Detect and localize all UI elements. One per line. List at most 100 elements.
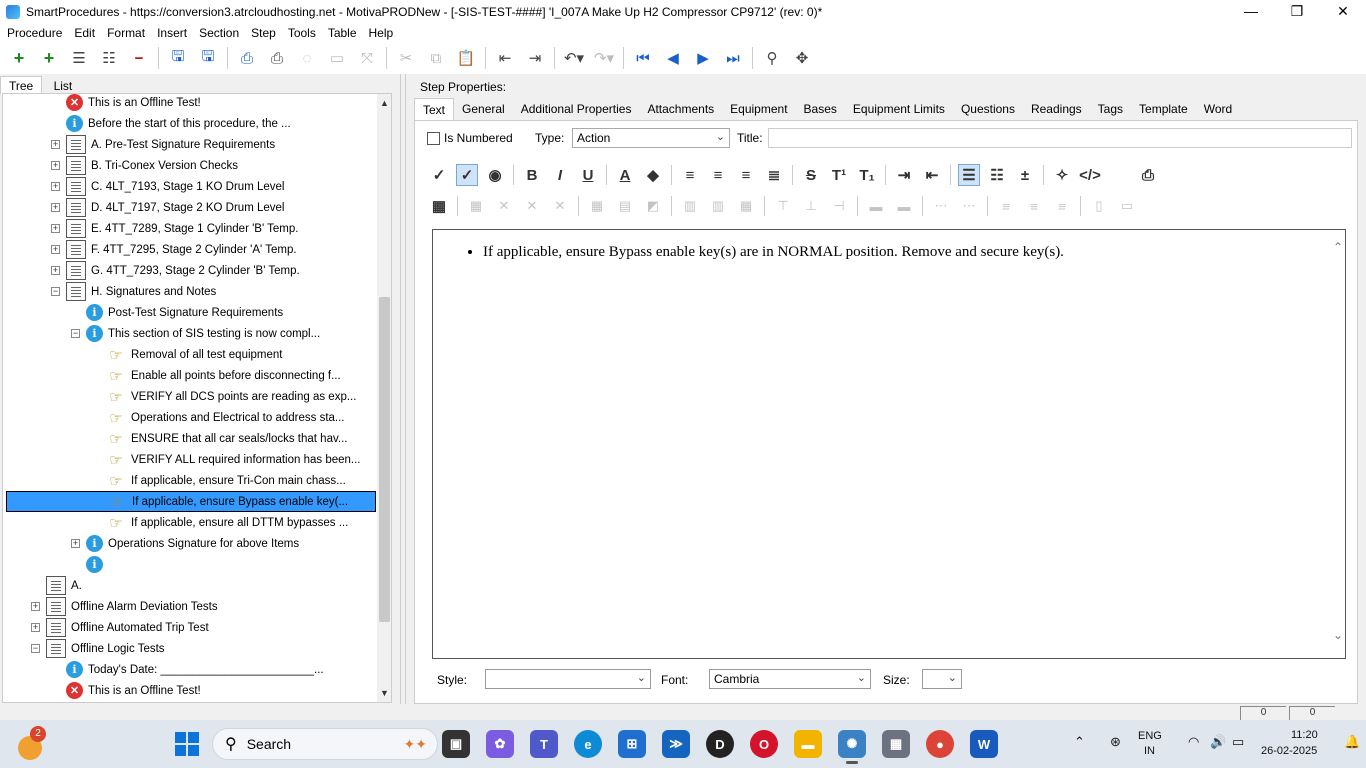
indent-icon[interactable]: ⇥ <box>524 47 546 69</box>
resize-horizontal-icon[interactable]: ▭ <box>1116 195 1138 217</box>
chevron-up-icon[interactable]: ⌃ <box>1074 734 1085 750</box>
tree-row[interactable]: i Before the start of this procedure, the… <box>66 113 291 134</box>
restore-button[interactable]: ❐ <box>1274 0 1320 24</box>
tree-row[interactable]: i Post-Test Signature Requirements <box>86 302 283 323</box>
menu-help[interactable]: Help <box>362 26 399 40</box>
delete-row-icon[interactable]: ✕ <box>521 195 543 217</box>
tree-row[interactable]: ☞ VERIFY ALL required information has bee… <box>106 449 360 470</box>
next-icon[interactable]: ▶ <box>692 47 714 69</box>
type-select[interactable]: Action ⌄ <box>572 128 730 148</box>
tree-row[interactable]: − H. Signatures and Notes <box>51 281 216 302</box>
tree-row[interactable]: + B. Tri-Conex Version Checks <box>51 155 238 176</box>
chevron-down-icon[interactable]: ⌄ <box>1333 628 1343 642</box>
menu-tools[interactable]: Tools <box>281 26 321 40</box>
tree-row[interactable]: + F. 4TT_7295, Stage 2 Cylinder 'A' Temp. <box>51 239 297 260</box>
print-icon[interactable]: ⎙ <box>266 47 288 69</box>
tab-tree[interactable]: Tree <box>0 76 43 94</box>
minimize-button[interactable]: — <box>1228 0 1274 24</box>
italic-icon[interactable]: I <box>549 164 571 186</box>
clock-date[interactable]: 26-02-2025 <box>1261 745 1317 757</box>
copilot-icon[interactable]: ✿ <box>486 730 514 758</box>
scroll-down-icon[interactable]: ▼ <box>380 688 389 698</box>
col-insert-icon[interactable]: ⋯ <box>930 195 952 217</box>
row-icon[interactable]: ▬ <box>865 195 887 217</box>
smartprocedures-icon[interactable]: ✺ <box>838 730 866 764</box>
strikethrough-icon[interactable]: S <box>800 164 822 186</box>
col-insert-alt-icon[interactable]: ⋯ <box>958 195 980 217</box>
language-region[interactable]: IN <box>1144 745 1155 757</box>
find-icon[interactable]: ⚲ <box>761 47 783 69</box>
title-input[interactable] <box>768 128 1352 148</box>
numbered-list-icon[interactable]: ☷ <box>986 164 1008 186</box>
tree-row[interactable]: + Offline Alarm Deviation Tests <box>31 596 218 617</box>
list-outline-icon[interactable]: ☷ <box>98 47 120 69</box>
scroll-up-icon[interactable]: ▲ <box>380 98 389 108</box>
size-select[interactable]: ⌄ <box>922 669 962 689</box>
link-icon[interactable]: ⤧ <box>356 47 378 69</box>
cut-icon[interactable]: ✂ <box>395 47 417 69</box>
expand-icon[interactable]: + <box>71 539 80 548</box>
tab-attachments[interactable]: Attachments <box>639 98 722 120</box>
scroll-thumb[interactable] <box>379 297 390 622</box>
power-automate-icon[interactable]: ≫ <box>662 730 690 758</box>
dictionary-icon[interactable]: ◉ <box>484 164 506 186</box>
start-button[interactable] <box>175 732 199 756</box>
tree-row[interactable]: i Today's Date: ________________________.… <box>66 659 324 680</box>
highlight-icon[interactable]: ◆ <box>642 164 664 186</box>
superscript-icon[interactable]: T¹ <box>828 164 850 186</box>
print-icon[interactable]: ⎙ <box>1137 164 1159 186</box>
copy-icon[interactable]: ⧉ <box>425 47 447 69</box>
font-select[interactable]: Cambria ⌄ <box>709 669 871 689</box>
remote-desktop-icon[interactable]: ▦ <box>882 730 910 758</box>
align-left-icon[interactable]: ≡ <box>679 164 701 186</box>
publish-icon[interactable]: ⎙ <box>236 47 258 69</box>
decrease-indent-icon[interactable]: ⇤ <box>921 164 943 186</box>
tree-row[interactable]: i <box>86 554 108 575</box>
expand-icon[interactable]: + <box>31 623 40 632</box>
expand-icon[interactable]: + <box>51 266 60 275</box>
align-top-icon[interactable]: ≡ <box>995 195 1017 217</box>
tree-row[interactable]: − Offline Logic Tests <box>31 638 165 659</box>
battery-icon[interactable]: ▭ <box>1232 734 1244 750</box>
collapse-icon[interactable]: − <box>31 644 40 653</box>
tab-bases[interactable]: Bases <box>796 98 845 120</box>
opera-icon[interactable]: O <box>750 730 778 758</box>
task-view-icon[interactable]: ▣ <box>442 730 470 758</box>
underline-icon[interactable]: U <box>577 164 599 186</box>
menu-insert[interactable]: Insert <box>150 26 192 40</box>
move-icon[interactable]: ✥ <box>791 47 813 69</box>
delete-column-icon[interactable]: ✕ <box>549 195 571 217</box>
style-select[interactable]: ⌄ <box>485 669 651 689</box>
tree-row[interactable]: + C. 4LT_7193, Stage 1 KO Drum Level <box>51 176 284 197</box>
weather-widget[interactable]: 2 <box>16 726 52 762</box>
menu-section[interactable]: Section <box>192 26 244 40</box>
subscript-icon[interactable]: T₁ <box>856 164 878 186</box>
outdent-icon[interactable]: ⇤ <box>494 47 516 69</box>
menu-procedure[interactable]: Procedure <box>0 26 67 40</box>
redo-icon[interactable]: ↷▾ <box>593 47 615 69</box>
refresh-icon[interactable]: ◌ <box>296 47 318 69</box>
tab-equipment-limits[interactable]: Equipment Limits <box>845 98 953 120</box>
tab-template[interactable]: Template <box>1131 98 1196 120</box>
tab-readings[interactable]: Readings <box>1023 98 1090 120</box>
expand-icon[interactable]: + <box>51 224 60 233</box>
volume-icon[interactable]: 🔊 <box>1210 734 1226 750</box>
column-right-icon[interactable]: ▥ <box>707 195 729 217</box>
expand-icon[interactable]: + <box>51 140 60 149</box>
editor-scrollbar[interactable]: ⌃ ⌄ <box>1331 230 1345 658</box>
close-button[interactable]: ✕ <box>1320 0 1366 24</box>
expand-icon[interactable]: + <box>51 245 60 254</box>
tab-additional-properties[interactable]: Additional Properties <box>513 98 640 120</box>
tab-text[interactable]: Text <box>414 98 455 120</box>
tree-row[interactable]: ☞ Removal of all test equipment <box>106 344 282 365</box>
justify-icon[interactable]: ≣ <box>763 164 785 186</box>
tree-row[interactable]: ☞ VERIFY all DCS points are reading as ex… <box>106 386 356 407</box>
insert-table-icon[interactable]: ▦ <box>428 195 450 217</box>
align-bottom-icon[interactable]: ≡ <box>1051 195 1073 217</box>
rich-text-editor[interactable]: If applicable, ensure Bypass enable key(… <box>432 229 1346 659</box>
menu-step[interactable]: Step <box>244 26 281 40</box>
dell-icon[interactable]: D <box>706 730 734 758</box>
horizontal-rule-icon[interactable]: ± <box>1014 164 1036 186</box>
html-source-icon[interactable]: </> <box>1079 164 1101 186</box>
is-numbered-checkbox[interactable] <box>427 131 440 145</box>
